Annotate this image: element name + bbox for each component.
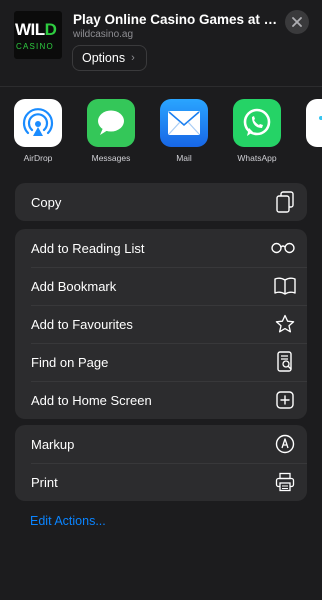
- markup-icon: [274, 433, 296, 455]
- action-add-bookmark[interactable]: Add Bookmark: [15, 267, 307, 305]
- app-label-messages: Messages: [91, 153, 131, 163]
- book-icon: [274, 275, 296, 297]
- airdrop-icon: [14, 99, 62, 147]
- whatsapp-icon: [233, 99, 281, 147]
- action-add-to-home-screen[interactable]: Add to Home Screen: [15, 381, 307, 419]
- plus-square-icon: [274, 389, 296, 411]
- action-add-to-favourites[interactable]: Add to Favourites: [15, 305, 307, 343]
- action-label-home-screen: Add to Home Screen: [31, 392, 152, 408]
- action-label-print: Print: [31, 474, 58, 490]
- close-button[interactable]: [285, 10, 309, 34]
- action-group-tools: Markup Print: [15, 425, 307, 501]
- logo-text-casino: CASINO: [16, 42, 54, 51]
- share-app-whatsapp[interactable]: WhatsApp: [227, 99, 287, 163]
- action-label-copy: Copy: [31, 194, 62, 210]
- action-group-browser: Add to Reading List Add Bookmark Add to …: [15, 229, 307, 419]
- action-find-on-page[interactable]: Find on Page: [15, 343, 307, 381]
- star-icon: [274, 313, 296, 335]
- app-label-whatsapp: WhatsApp: [237, 153, 277, 163]
- header-divider: [0, 86, 322, 87]
- logo-text-wil: WIL: [15, 20, 45, 39]
- share-app-slack[interactable]: S: [300, 99, 322, 163]
- app-label-airdrop: AirDrop: [23, 153, 53, 163]
- mail-icon: [160, 99, 208, 147]
- share-app-mail[interactable]: Mail: [154, 99, 214, 163]
- share-app-messages[interactable]: Messages: [81, 99, 141, 163]
- app-label-slack: S: [300, 153, 322, 163]
- page-title: Play Online Casino Games at Wild...: [73, 12, 283, 27]
- options-button[interactable]: Options ›: [72, 45, 147, 71]
- share-apps-row[interactable]: AirDrop Messages Mail WhatsApp: [0, 99, 322, 169]
- action-markup[interactable]: Markup: [15, 425, 307, 463]
- options-label: Options: [82, 51, 126, 65]
- messages-icon: [87, 99, 135, 147]
- glasses-icon: [270, 237, 296, 259]
- action-label-favourites: Add to Favourites: [31, 316, 133, 332]
- logo-text-d: D: [44, 20, 57, 39]
- find-doc-icon: [274, 351, 296, 373]
- action-label-bookmark: Add Bookmark: [31, 278, 117, 294]
- site-logo: WILD CASINO: [14, 11, 62, 59]
- slack-icon: [306, 99, 322, 147]
- share-sheet-header: WILD CASINO Play Online Casino Games at …: [0, 0, 322, 86]
- page-url: wildcasino.ag: [73, 29, 134, 40]
- copy-icon: [274, 191, 296, 213]
- printer-icon: [274, 471, 296, 493]
- action-group-copy: Copy: [15, 183, 307, 221]
- action-print[interactable]: Print: [15, 463, 307, 501]
- app-label-mail: Mail: [176, 153, 192, 163]
- action-add-to-reading-list[interactable]: Add to Reading List: [15, 229, 307, 267]
- edit-actions-link[interactable]: Edit Actions...: [30, 514, 106, 528]
- chevron-right-icon: ›: [131, 52, 135, 64]
- action-label-find: Find on Page: [31, 354, 109, 370]
- action-label-markup: Markup: [31, 436, 75, 452]
- action-copy[interactable]: Copy: [15, 183, 307, 221]
- share-app-airdrop[interactable]: AirDrop: [8, 99, 68, 163]
- close-icon: [292, 17, 302, 27]
- action-label-reading-list: Add to Reading List: [31, 240, 145, 256]
